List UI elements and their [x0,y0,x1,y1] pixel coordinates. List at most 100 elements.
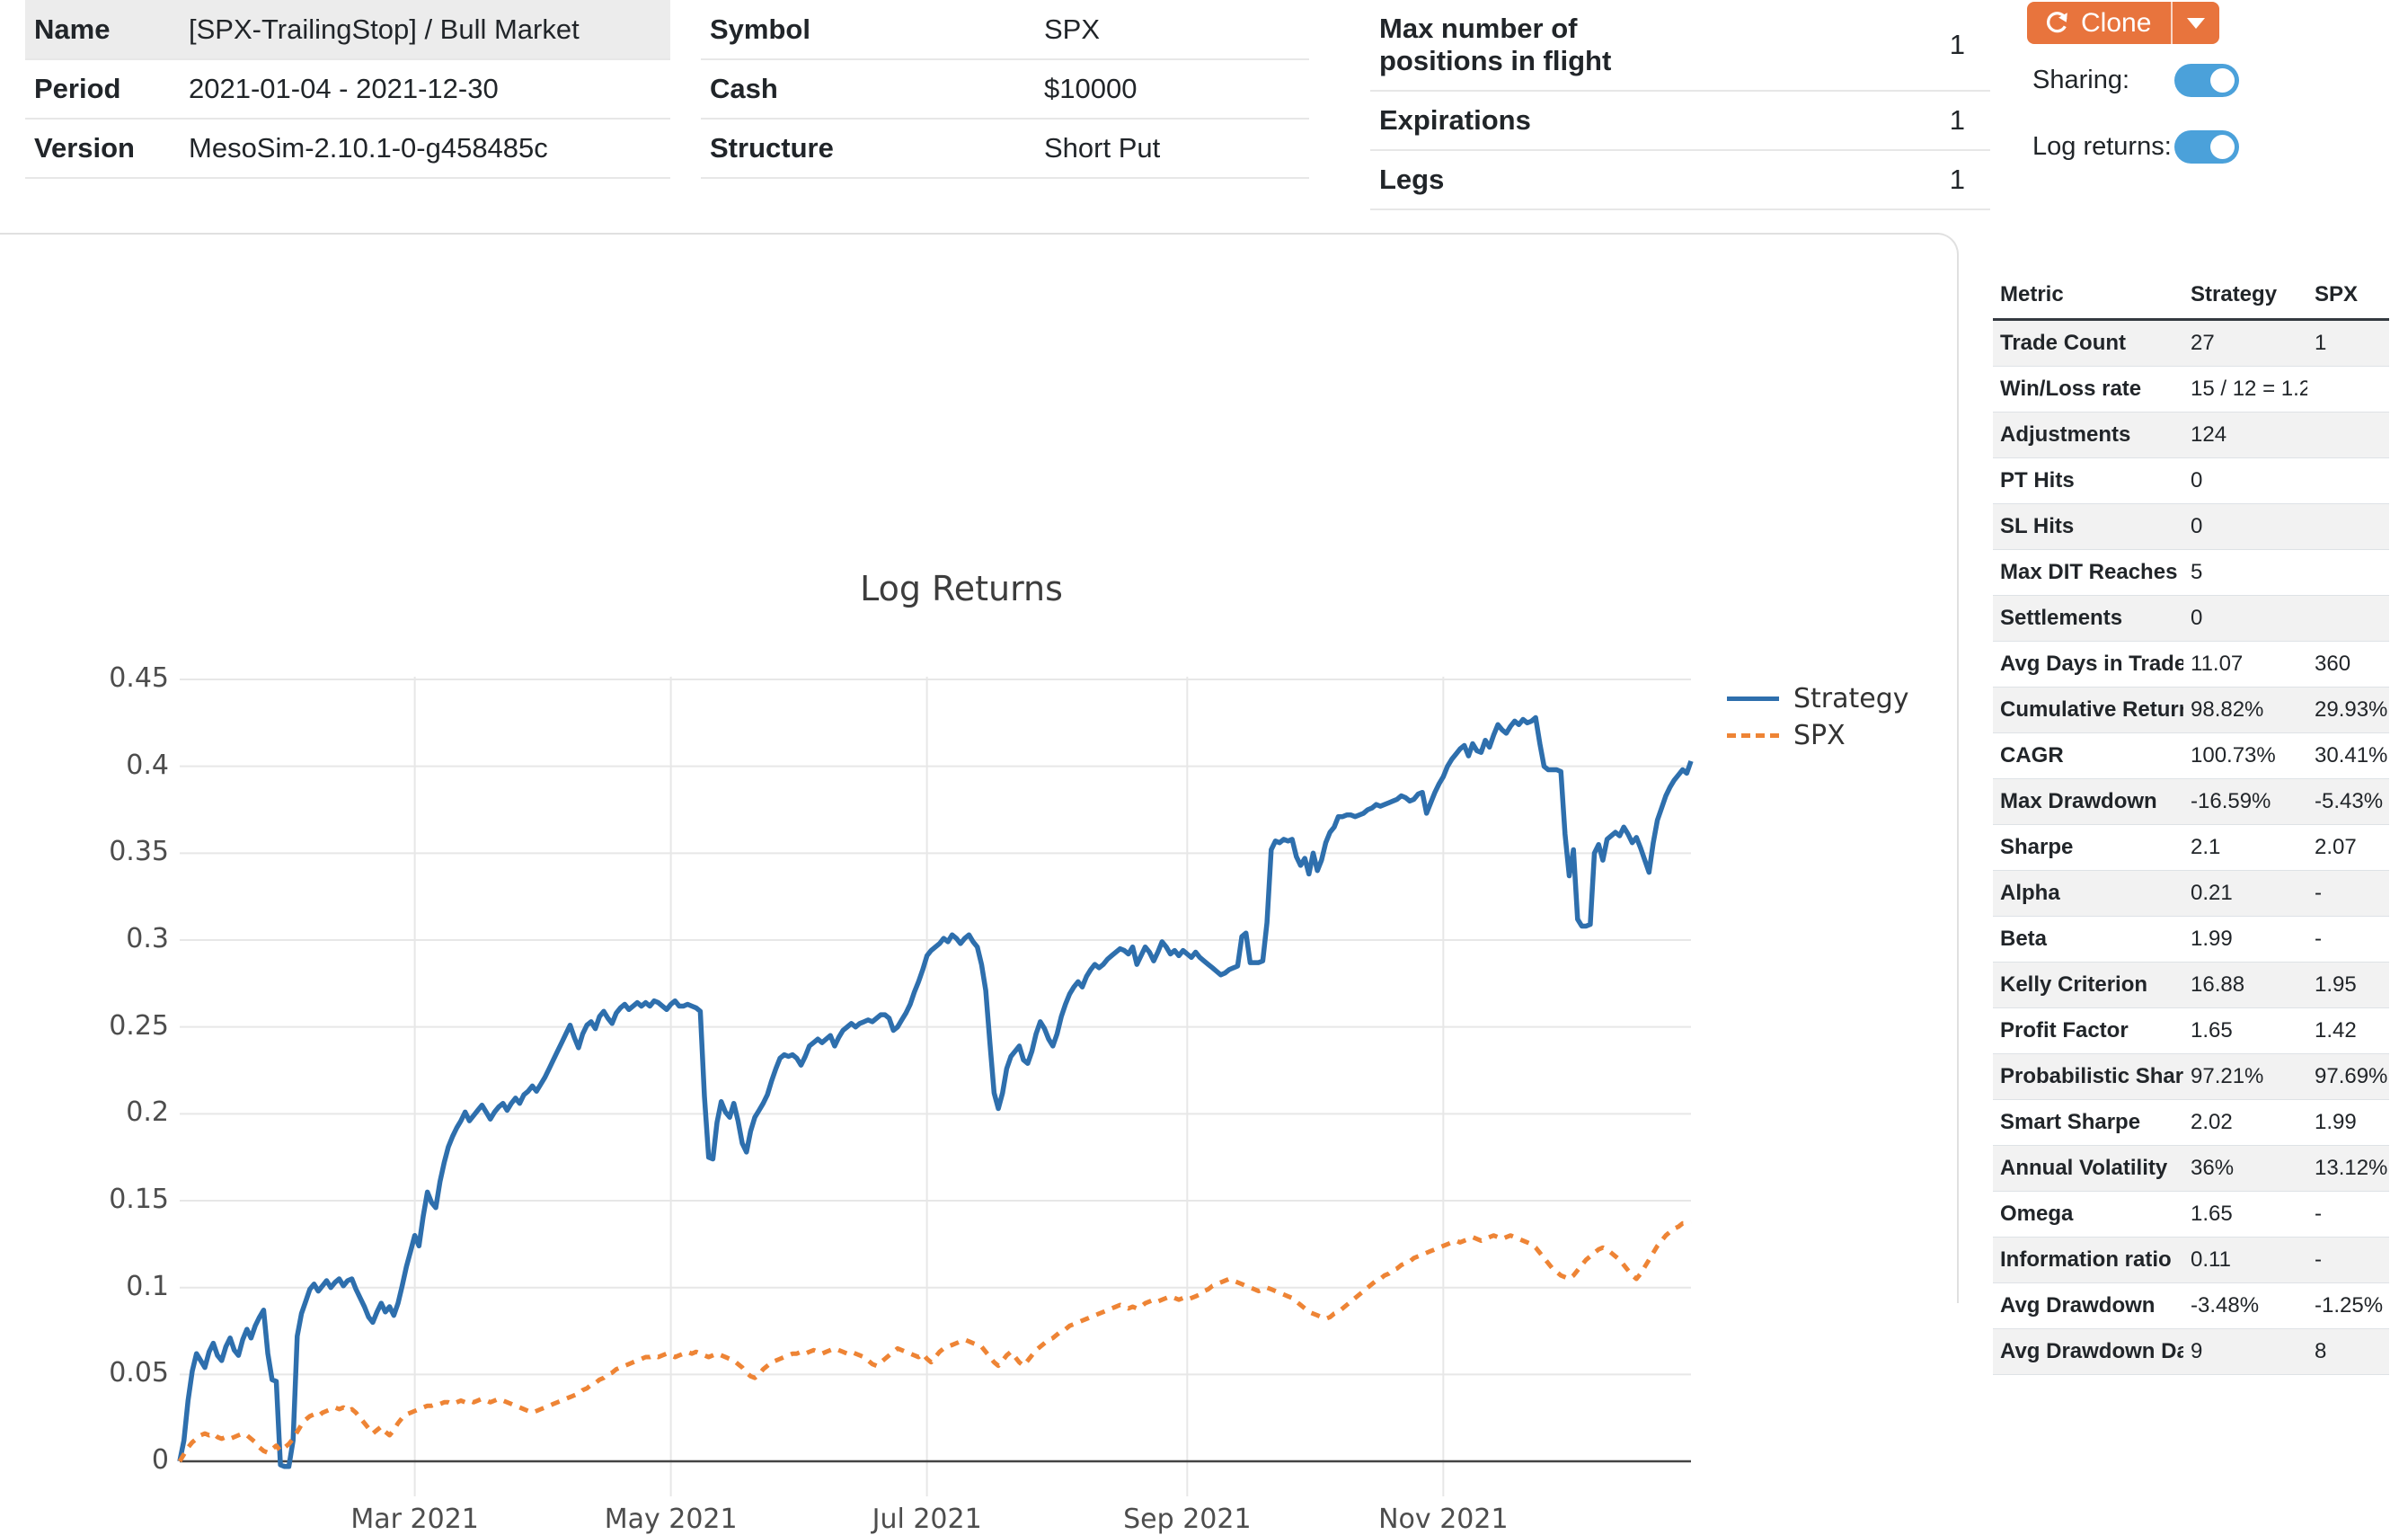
metric-strategy-value: 2.02 [2183,1100,2307,1146]
metric-strategy-value: 0 [2183,504,2307,550]
info-label: Structure [701,119,1035,178]
metric-strategy-value: 97.21% [2183,1054,2307,1100]
metrics-row: Adjustments124 [1993,413,2389,458]
metric-name: Omega [1993,1192,2183,1238]
metrics-row: CAGR100.73%30.41% [1993,733,2389,779]
chevron-down-icon [2187,18,2205,29]
metrics-row: Sharpe2.12.07 [1993,825,2389,871]
log-returns-toggle-label: Log returns: [2032,132,2172,162]
metrics-row: Beta1.99- [1993,917,2389,963]
info-row: Name[SPX-TrailingStop] / Bull Market [25,0,670,59]
y-axis-tick-label: 0.4 [52,750,169,781]
metric-spx-value [2307,504,2389,550]
metrics-header-row: MetricStrategySPX [1993,271,2389,320]
toggle-knob [2210,135,2235,159]
metrics-row: Annual Volatility36%13.12% [1993,1146,2389,1192]
metric-strategy-value: 0.11 [2183,1238,2307,1283]
toggle-knob [2210,68,2235,93]
strategy-config-table: SymbolSPXCash$10000StructureShort Put [701,0,1309,179]
metric-spx-value: 360 [2307,642,2389,688]
y-axis-tick-label: 0.15 [52,1184,169,1215]
info-value: $10000 [1035,59,1309,119]
x-axis-tick-label: Jul 2021 [828,1504,1026,1535]
y-axis-tick-label: 0.2 [52,1096,169,1128]
metric-spx-value: 1.42 [2307,1008,2389,1054]
info-value: Short Put [1035,119,1309,178]
legend-item-spx[interactable]: SPX [1727,717,1909,754]
metric-name: PT Hits [1993,458,2183,504]
info-row: SymbolSPX [701,0,1309,59]
metric-name: Probabilistic Sharpe [1993,1054,2183,1100]
metric-name: Settlements [1993,596,2183,642]
metric-strategy-value: 98.82% [2183,688,2307,733]
metrics-row: Max DIT Reaches5 [1993,550,2389,596]
metrics-column-header: Metric [1993,271,2183,320]
metrics-row: Avg Drawdown-3.48%-1.25% [1993,1283,2389,1329]
metrics-row: SL Hits0 [1993,504,2389,550]
metric-name: CAGR [1993,733,2183,779]
metric-strategy-value: 1.65 [2183,1008,2307,1054]
metric-name: Beta [1993,917,2183,963]
metric-name: Kelly Criterion [1993,963,2183,1008]
metric-spx-value: - [2307,917,2389,963]
strategy-line-swatch [1727,697,1779,701]
metric-spx-value: - [2307,1238,2389,1283]
x-axis-tick-label: Nov 2021 [1344,1504,1542,1535]
strategy-info-table: Name[SPX-TrailingStop] / Bull MarketPeri… [25,0,670,179]
metric-spx-value: 30.41% [2307,733,2389,779]
legend-item-strategy[interactable]: Strategy [1727,680,1909,717]
metric-name: Annual Volatility [1993,1146,2183,1192]
info-row: Cash$10000 [701,59,1309,119]
metrics-row: Trade Count271 [1993,320,2389,367]
info-row: StructureShort Put [701,119,1309,178]
info-label: Max number of positions in flight [1370,0,1680,91]
metrics-row: PT Hits0 [1993,458,2389,504]
info-value: 1 [1680,0,1990,91]
metric-strategy-value: 16.88 [2183,963,2307,1008]
clone-refresh-icon [2043,10,2070,37]
chart-canvas[interactable] [180,677,1691,1496]
metric-strategy-value: 0.21 [2183,871,2307,917]
metrics-row: Omega1.65- [1993,1192,2389,1238]
metrics-table: MetricStrategySPX Trade Count271Win/Loss… [1993,271,2389,1375]
metrics-row: Probabilistic Sharpe97.21%97.69% [1993,1054,2389,1100]
metric-strategy-value: 1.99 [2183,917,2307,963]
metrics-column-header: Strategy [2183,271,2307,320]
metric-spx-value [2307,596,2389,642]
metric-strategy-value: 15 / 12 = 1.25 [2183,367,2307,413]
clone-button-group: Clone [2027,2,2219,44]
metrics-row: Alpha0.21- [1993,871,2389,917]
metric-strategy-value: 5 [2183,550,2307,596]
metric-strategy-value: 0 [2183,596,2307,642]
metric-strategy-value: -3.48% [2183,1283,2307,1329]
metric-spx-value: - [2307,871,2389,917]
info-value: MesoSim-2.10.1-0-g458485c [180,119,670,178]
metrics-row: Smart Sharpe2.021.99 [1993,1100,2389,1146]
x-axis-tick-label: Mar 2021 [316,1504,514,1535]
clone-dropdown-toggle[interactable] [2171,2,2219,44]
info-row: Period2021-01-04 - 2021-12-30 [25,59,670,119]
metric-spx-value [2307,413,2389,458]
metrics-row: Max Drawdown-16.59%-5.43% [1993,779,2389,825]
info-label: Cash [701,59,1035,119]
info-row: Max number of positions in flight1 [1370,0,1990,91]
y-axis-tick-label: 0 [52,1444,169,1476]
chart-title: Log Returns [198,569,1725,608]
metric-strategy-value: 0 [2183,458,2307,504]
metric-name: Information ratio [1993,1238,2183,1283]
info-label: Name [25,0,180,59]
clone-button[interactable]: Clone [2027,2,2171,44]
metric-spx-value: 29.93% [2307,688,2389,733]
metric-spx-value: 2.07 [2307,825,2389,871]
metric-strategy-value: 2.1 [2183,825,2307,871]
sharing-toggle[interactable] [2174,64,2239,97]
metrics-row: Cumulative Return98.82%29.93% [1993,688,2389,733]
y-axis-tick-label: 0.05 [52,1357,169,1389]
metric-name: Win/Loss rate [1993,367,2183,413]
metric-strategy-value: 36% [2183,1146,2307,1192]
info-row: Expirations1 [1370,91,1990,150]
info-value: 2021-01-04 - 2021-12-30 [180,59,670,119]
log-returns-toggle[interactable] [2174,130,2239,164]
info-value: 1 [1680,150,1990,209]
metric-name: Avg Drawdown Days [1993,1329,2183,1375]
